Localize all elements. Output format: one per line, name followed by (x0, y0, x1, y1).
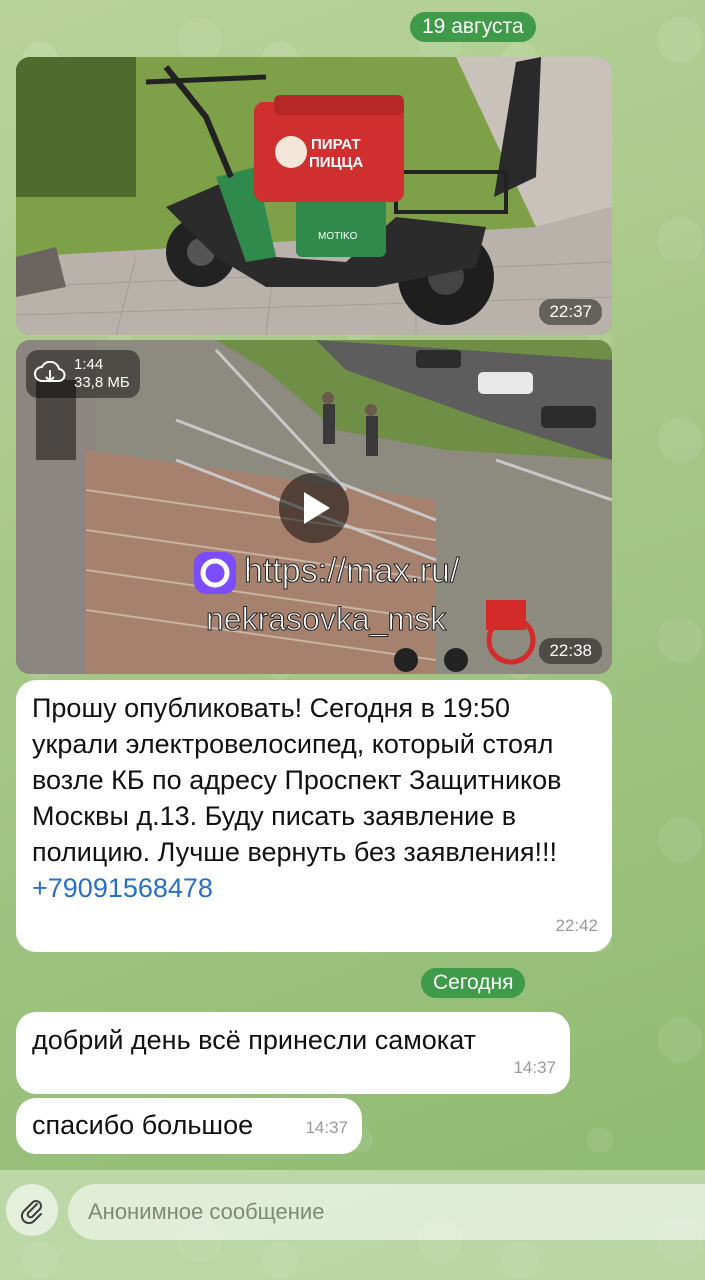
message-time: 22:38 (539, 638, 602, 664)
date-divider: 19 августа (410, 12, 536, 42)
paperclip-icon (20, 1200, 42, 1224)
message-text: добрий день всё принесли самокат (32, 1025, 476, 1055)
message-text: Прошу опубликовать! Сегодня в 19:50 укра… (32, 693, 562, 867)
message-time: 22:37 (539, 299, 602, 325)
phone-link[interactable]: +79091568478 (32, 873, 213, 903)
message-bubble[interactable]: добрий день всё принесли самокат 14:37 (16, 1012, 570, 1094)
box-text-2: ПИЦЦА (309, 154, 363, 171)
scooter-photo: ПИРАТ ПИЦЦА MOTIKO (16, 57, 612, 335)
box-text-1: ПИРАТ (311, 136, 361, 153)
video-duration: 1:44 (74, 356, 104, 373)
brand-text: MOTIKO (318, 231, 358, 242)
video-message[interactable]: https://max.ru/ nekrasovka_msk 1:44 33,8… (16, 340, 612, 674)
date-divider: Сегодня (421, 968, 526, 998)
overlay-url-line2: nekrasovka_msk (206, 601, 447, 637)
cloud-download-icon[interactable] (34, 361, 66, 387)
message-time: 22:42 (555, 916, 598, 935)
video-info: 1:44 33,8 МБ (26, 350, 140, 398)
overlay-url-line1: https://max.ru/ (244, 552, 460, 590)
message-bubble[interactable]: Прошу опубликовать! Сегодня в 19:50 укра… (16, 680, 612, 952)
photo-message[interactable]: ПИРАТ ПИЦЦА MOTIKO 22:37 (16, 57, 612, 335)
message-text: спасибо большое (32, 1110, 254, 1140)
message-input[interactable] (68, 1184, 705, 1240)
message-bubble[interactable]: спасибо большое 14:37 (16, 1098, 362, 1154)
message-time: 14:37 (305, 1118, 348, 1137)
message-time: 14:37 (513, 1058, 556, 1077)
attach-button[interactable] (6, 1184, 58, 1236)
video-size: 33,8 МБ (74, 374, 130, 391)
composer-bar (0, 1170, 705, 1280)
